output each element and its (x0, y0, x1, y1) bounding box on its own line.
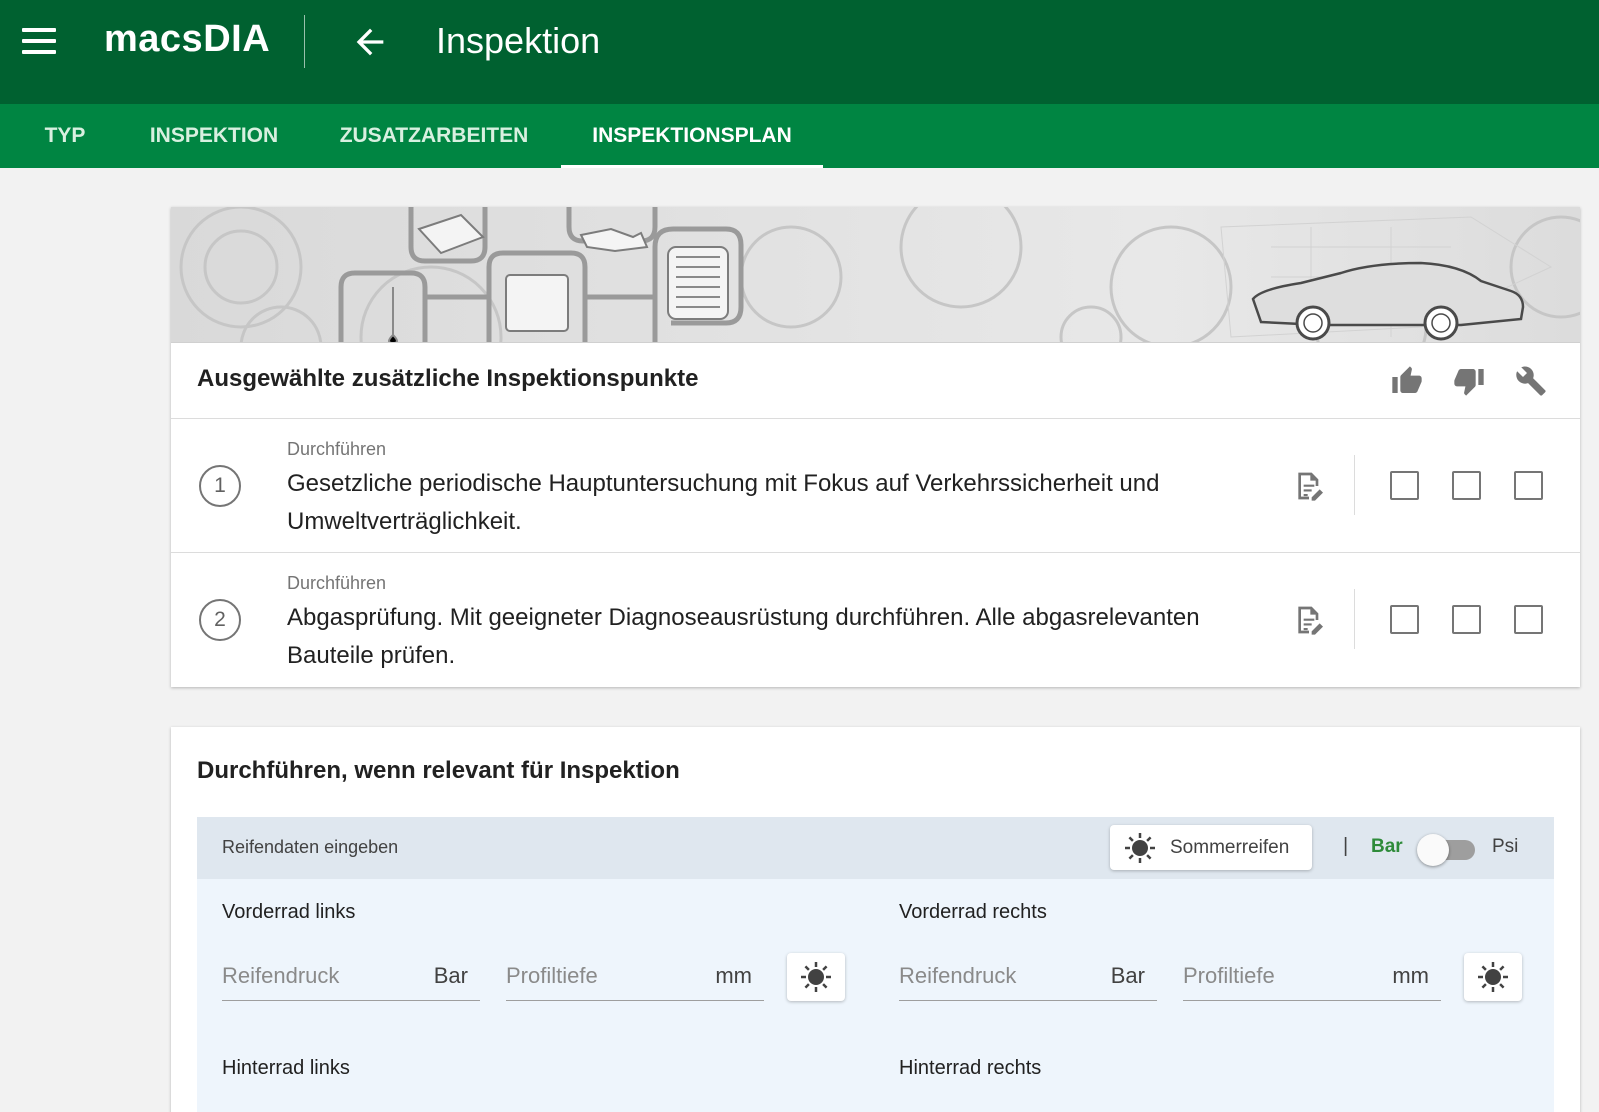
selected-items-header: Ausgewählte zusätzliche Inspektionspunkt… (171, 343, 1580, 419)
inspection-banner-image (171, 207, 1580, 343)
item-checkbox-ok[interactable] (1390, 605, 1419, 634)
relevant-items-card: Durchführen, wenn relevant für Inspektio… (171, 727, 1580, 1112)
tab-inspektion[interactable]: INSPEKTION (130, 104, 298, 168)
unit-toggle-switch[interactable] (1417, 833, 1475, 866)
item-checkbox-repair[interactable] (1514, 471, 1543, 500)
field-unit: Bar (433, 963, 468, 988)
front-left-title: Vorderrad links (222, 901, 356, 923)
front-right-pressure-input[interactable]: Reifendruck Bar (899, 953, 1157, 1001)
item-number-badge: 2 (199, 599, 241, 641)
selected-items-card: Ausgewählte zusätzliche Inspektionspunkt… (171, 207, 1580, 687)
tire-season-label: Sommerreifen (1170, 837, 1290, 858)
item-divider (1354, 455, 1355, 515)
page-title: Inspektion (436, 20, 601, 61)
item-checkbox-repair[interactable] (1514, 605, 1543, 634)
item-checkbox-not-ok[interactable] (1452, 605, 1481, 634)
front-right-title: Vorderrad rechts (899, 901, 1047, 923)
item-action-label: Durchführen (287, 573, 387, 593)
note-edit-icon[interactable] (1293, 469, 1325, 503)
field-unit: Bar (1110, 963, 1145, 988)
tire-data-label: Reifendaten eingeben (222, 837, 399, 857)
toggle-knob (1417, 834, 1449, 866)
rear-right-title: Hinterrad rechts (899, 1057, 1042, 1079)
front-left-season-button[interactable] (787, 953, 845, 1001)
relevant-items-title: Durchführen, wenn relevant für Inspektio… (197, 757, 680, 784)
selected-items-title: Ausgewählte zusätzliche Inspektionspunkt… (197, 365, 699, 392)
item-divider (1354, 589, 1355, 649)
tab-zusatzarbeiten[interactable]: ZUSATZARBEITEN (322, 104, 546, 168)
field-placeholder: Reifendruck (899, 963, 1017, 988)
field-unit: mm (1392, 963, 1429, 988)
front-right-depth-input[interactable]: Profiltiefe mm (1183, 953, 1441, 1001)
item-description: Gesetzliche periodische Hauptuntersuchun… (287, 470, 1160, 535)
front-left-pressure-input[interactable]: Reifendruck Bar (222, 953, 480, 1001)
item-number-badge: 1 (199, 465, 241, 507)
app-bar: macsDIA Inspektion (0, 0, 1599, 104)
menu-icon[interactable] (22, 28, 56, 56)
item-description: Abgasprüfung. Mit geeigneter Diagnoseaus… (287, 604, 1200, 669)
item-action-label: Durchführen (287, 439, 387, 459)
sun-icon (1478, 962, 1508, 992)
sun-icon (1125, 833, 1155, 863)
thumb-down-icon[interactable] (1453, 365, 1485, 397)
unit-psi-label: Psi (1492, 836, 1519, 857)
front-right-season-button[interactable] (1464, 953, 1522, 1001)
item-checkbox-not-ok[interactable] (1452, 471, 1481, 500)
unit-bar-label: Bar (1371, 836, 1403, 857)
inspection-item-2: 2 Durchführen Abgasprüfung. Mit geeignet… (171, 553, 1580, 687)
header-separator: | (1343, 835, 1349, 857)
note-edit-icon[interactable] (1293, 603, 1325, 637)
tire-data-body: Vorderrad links Reifendruck Bar Profilti… (197, 879, 1554, 1112)
tire-data-header: Reifendaten eingeben Sommerreifen | Bar … (197, 817, 1554, 879)
app-brand: macsDIA (104, 18, 271, 60)
tab-bar: TYP INSPEKTION ZUSATZARBEITEN INSPEKTION… (0, 104, 1599, 168)
field-placeholder: Profiltiefe (506, 963, 598, 988)
field-placeholder: Profiltiefe (1183, 963, 1275, 988)
tools-icon[interactable] (1515, 365, 1547, 397)
field-unit: mm (715, 963, 752, 988)
front-left-depth-input[interactable]: Profiltiefe mm (506, 953, 764, 1001)
field-placeholder: Reifendruck (222, 963, 340, 988)
tab-typ[interactable]: TYP (0, 104, 130, 168)
tire-season-button[interactable]: Sommerreifen (1110, 825, 1312, 870)
tab-inspektionsplan[interactable]: INSPEKTIONSPLAN (561, 104, 823, 168)
thumb-up-icon[interactable] (1391, 365, 1423, 397)
inspection-item-1: 1 Durchführen Gesetzliche periodische Ha… (171, 419, 1580, 553)
appbar-divider (304, 15, 305, 68)
item-checkbox-ok[interactable] (1390, 471, 1419, 500)
sun-icon (801, 962, 831, 992)
back-arrow-icon[interactable] (350, 22, 390, 62)
banner-illustration (171, 207, 1580, 342)
rear-left-title: Hinterrad links (222, 1057, 350, 1079)
